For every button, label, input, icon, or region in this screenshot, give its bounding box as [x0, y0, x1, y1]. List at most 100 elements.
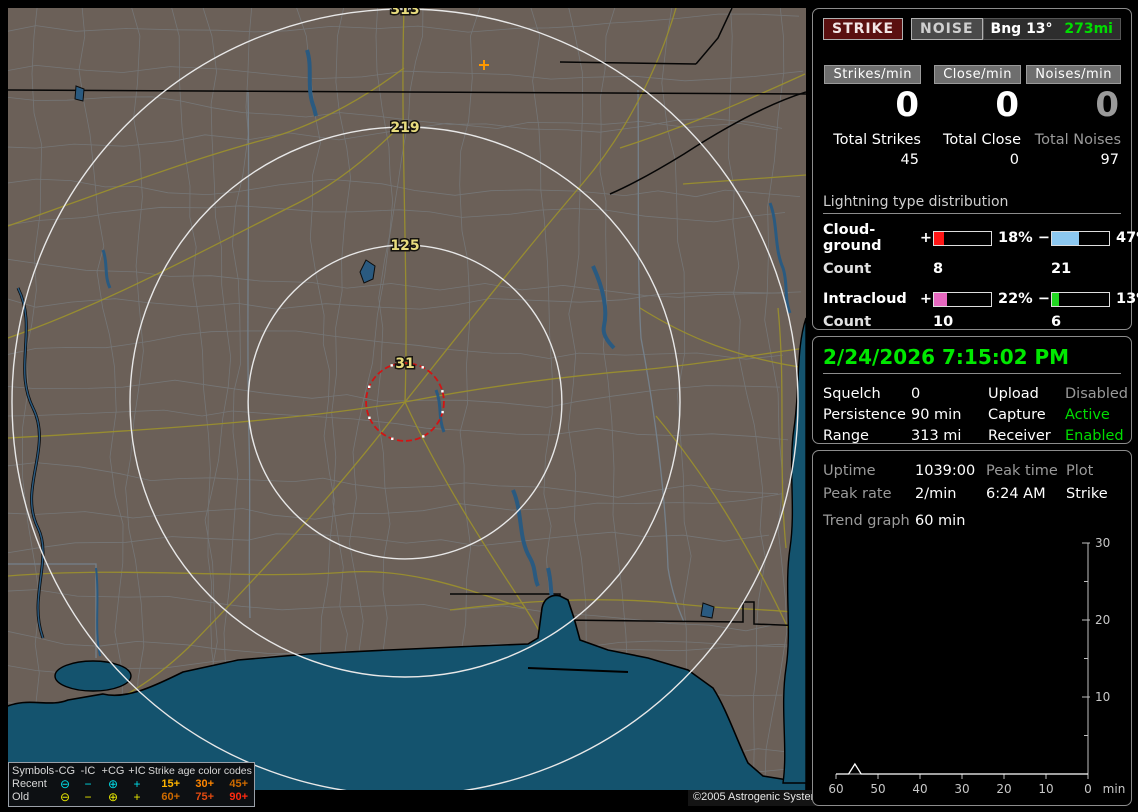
map-legend: Symbols -CG -IC +CG +IC Strike age color… — [8, 762, 255, 807]
count-label: Count — [823, 314, 872, 330]
age-90: 90+ — [229, 791, 248, 803]
svg-text:31: 31 — [395, 356, 414, 372]
total-strikes-label: Total Strikes — [833, 132, 921, 148]
total-noises-label: Total Noises — [1034, 132, 1121, 148]
capture-value: Active — [1065, 407, 1110, 423]
receiver-label: Receiver — [988, 428, 1051, 444]
plus-ic-old-icon: + — [133, 790, 141, 804]
cg-positive-bar — [933, 230, 992, 246]
noises-counter: Noises/min 0 Total Noises 97 — [1023, 65, 1121, 168]
range-value: 313 mi — [911, 428, 962, 444]
minus-ic-old-icon: − — [84, 790, 92, 804]
svg-text:10: 10 — [1095, 690, 1110, 704]
datetime-display: 2/24/2026 7:15:02 PM — [823, 345, 1070, 369]
bearing-value: Bng 13° — [990, 21, 1053, 37]
status-grid: Squelch 0 Upload Disabled Persistence 90… — [823, 384, 1128, 446]
total-close-value: 0 — [1009, 152, 1019, 168]
svg-text:0: 0 — [1084, 782, 1092, 796]
trend-window-value: 60 min — [915, 513, 966, 529]
svg-text:30: 30 — [1095, 537, 1110, 550]
activity-grid: Uptime 1039:00 Peak time Plot Peak rate … — [823, 461, 1121, 504]
minus-sign: − — [1037, 230, 1051, 246]
peak-rate-value: 2/min — [915, 486, 957, 502]
minus-sign: − — [1037, 291, 1051, 307]
count-label: Count — [823, 261, 872, 277]
strikes-rate-value: 0 — [895, 85, 919, 125]
total-noises-value: 97 — [1100, 152, 1119, 168]
ic-positive-bar — [933, 291, 992, 307]
svg-text:20: 20 — [1095, 613, 1110, 627]
plus-sign: + — [919, 230, 933, 246]
stats-panel: STRIKE NOISE Bng 13° 273mi Strikes/min 0… — [812, 8, 1138, 330]
noises-rate-value: 0 — [1095, 85, 1119, 125]
uptime-label: Uptime — [823, 463, 876, 479]
trend-graph-label: Trend graph — [823, 513, 910, 529]
svg-text:313: 313 — [390, 8, 419, 18]
close-rate-value: 0 — [995, 85, 1019, 125]
peak-time-value: 6:24 AM — [986, 486, 1046, 502]
capture-label: Capture — [988, 407, 1046, 423]
cg-count-row: Count 8 21 — [823, 261, 1121, 277]
uptime-value: 1039:00 — [915, 463, 976, 479]
upload-value: Disabled — [1065, 386, 1128, 402]
legend-symbols-header: Symbols — [12, 765, 55, 777]
persistence-value: 90 min — [911, 407, 962, 423]
strike-toggle-button[interactable]: STRIKE — [823, 18, 904, 40]
svg-text:219: 219 — [390, 120, 419, 136]
close-per-min-button[interactable]: Close/min — [934, 65, 1021, 84]
age-60: 60+ — [161, 791, 180, 803]
ic-positive-pct: 22% — [998, 291, 1033, 307]
lightning-distribution: Lightning type distribution Cloud-ground… — [823, 194, 1138, 330]
trend-graph: 60 50 40 30 20 10 0 min 10 20 30 — [828, 537, 1126, 796]
distribution-title: Lightning type distribution — [823, 194, 1121, 214]
svg-text:20: 20 — [996, 782, 1011, 796]
svg-text:10: 10 — [1038, 782, 1053, 796]
svg-text:min: min — [1103, 782, 1126, 796]
map-svg: 31 125 219 313 — [8, 8, 806, 790]
copyright-notice: ©2005 Astrogenic Systems — [688, 790, 831, 806]
age-45: 45+ — [229, 778, 248, 790]
intracloud-label: Intracloud — [823, 291, 907, 307]
minus-cg-old-icon: ⊖ — [59, 790, 71, 804]
noise-toggle-button[interactable]: NOISE — [911, 18, 983, 40]
squelch-value: 0 — [911, 386, 921, 402]
lightning-map[interactable]: 31 125 219 313 — [8, 8, 806, 790]
ic-positive-count: 10 — [933, 314, 954, 330]
ic-count-row: Count 10 6 — [823, 314, 1121, 330]
peak-time-label: Peak time — [986, 463, 1058, 479]
squelch-label: Squelch — [823, 386, 881, 402]
age-15: 15+ — [161, 778, 180, 790]
age-75: 75+ — [195, 791, 214, 803]
strikes-per-min-button[interactable]: Strikes/min — [824, 65, 921, 84]
total-strikes-value: 45 — [900, 152, 919, 168]
cloud-ground-row: Cloud-ground + 18% − 47% — [823, 222, 1138, 254]
ic-negative-pct: 13% — [1116, 291, 1138, 307]
trend-panel: Uptime 1039:00 Peak time Plot Peak rate … — [812, 450, 1132, 806]
bearing-display: Bng 13° 273mi — [982, 18, 1121, 40]
intracloud-row: Intracloud + 22% − 13% — [823, 291, 1138, 307]
cg-negative-count: 21 — [1051, 261, 1072, 277]
peak-rate-label: Peak rate — [823, 486, 892, 502]
receiver-value: Enabled — [1065, 428, 1124, 444]
sidebar: STRIKE NOISE Bng 13° 273mi Strikes/min 0… — [812, 0, 1138, 812]
trend-graph-row: Trend graph 60 min — [823, 513, 1121, 529]
persistence-label: Persistence — [823, 407, 906, 423]
plot-label: Plot — [1066, 463, 1094, 479]
status-panel: 2/24/2026 7:15:02 PM Squelch 0 Upload Di… — [812, 336, 1132, 444]
separator — [823, 373, 1121, 374]
ic-negative-count: 6 — [1051, 314, 1062, 330]
plus-sign: + — [919, 291, 933, 307]
rate-counters: Strikes/min 0 Total Strikes 45 Close/min… — [823, 65, 1121, 168]
total-close-label: Total Close — [943, 132, 1021, 148]
ic-negative-bar — [1051, 291, 1110, 307]
svg-text:40: 40 — [912, 782, 927, 796]
upload-label: Upload — [988, 386, 1039, 402]
cg-positive-count: 8 — [933, 261, 944, 277]
svg-text:30: 30 — [954, 782, 969, 796]
age-30: 30+ — [195, 778, 214, 790]
strikes-counter: Strikes/min 0 Total Strikes 45 — [823, 65, 921, 168]
cg-negative-bar — [1051, 230, 1110, 246]
svg-text:125: 125 — [390, 238, 419, 254]
plot-value: Strike — [1066, 486, 1108, 502]
noises-per-min-button[interactable]: Noises/min — [1026, 65, 1121, 84]
